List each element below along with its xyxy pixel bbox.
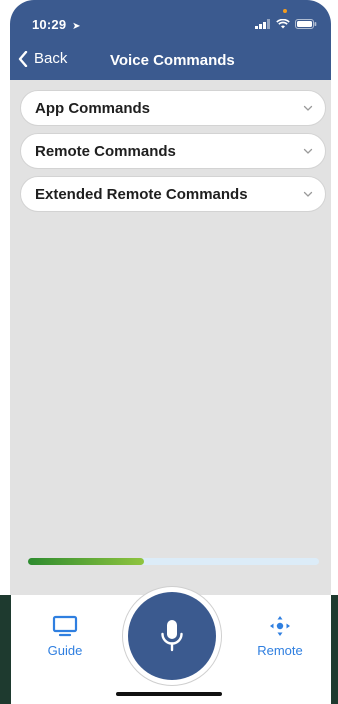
back-button[interactable]: Back (18, 50, 67, 67)
back-label: Back (34, 50, 68, 67)
privacy-indicator (283, 9, 287, 13)
app-header: 10:29 ➤ Back Voice Commands (10, 0, 331, 80)
wifi-icon (276, 19, 290, 29)
microphone-button[interactable] (128, 592, 216, 680)
section-label: Extended Remote Commands (35, 185, 248, 203)
home-indicator (116, 692, 222, 696)
right-edge (331, 595, 338, 704)
tab-guide[interactable]: Guide (40, 615, 90, 658)
left-edge (0, 595, 11, 704)
chevron-down-icon (303, 105, 313, 111)
chevron-left-icon (18, 50, 28, 67)
status-time: 10:29 ➤ (32, 17, 81, 32)
page-title: Voice Commands (110, 52, 235, 69)
chevron-down-icon (303, 191, 313, 197)
tab-remote-label: Remote (257, 643, 303, 658)
progress-fill (28, 558, 145, 565)
section-extended-remote-commands[interactable]: Extended Remote Commands (20, 176, 326, 212)
signal-icon (255, 19, 270, 29)
location-arrow-icon: ➤ (72, 21, 81, 32)
chevron-down-icon (303, 148, 313, 154)
commands-panel: App Commands Remote Commands Extended Re… (10, 80, 331, 595)
bottom-bar: Guide Remote (0, 587, 338, 704)
tab-guide-label: Guide (47, 643, 83, 658)
status-time-text: 10:29 (32, 17, 67, 32)
section-app-commands[interactable]: App Commands (20, 90, 326, 126)
listening-progress-bar (28, 558, 319, 565)
section-label: Remote Commands (35, 142, 176, 160)
dpad-icon (270, 616, 290, 636)
section-label: App Commands (35, 99, 151, 117)
battery-icon (295, 19, 317, 29)
phone-screen: 10:29 ➤ Back Voice Commands App Commands… (0, 0, 338, 704)
tv-icon (52, 615, 78, 637)
section-remote-commands[interactable]: Remote Commands (20, 133, 326, 169)
tab-remote[interactable]: Remote (250, 615, 310, 658)
microphone-icon (161, 620, 183, 652)
status-icons (255, 19, 317, 29)
